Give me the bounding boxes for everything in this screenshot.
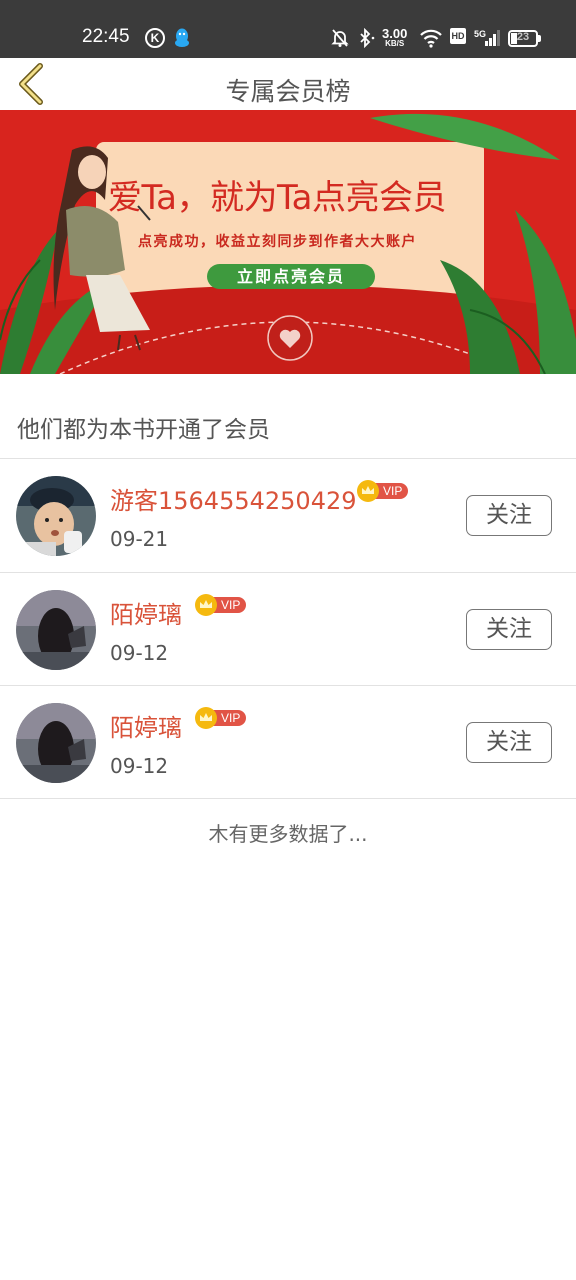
qq-penguin-icon [174,28,190,52]
status-bar: 22:45 K 3.00 KB/S HD 5G 23 [0,0,576,58]
page-title: 专属会员榜 [225,77,351,106]
member-date: 09-12 [110,754,169,778]
crown-icon [357,480,379,502]
battery-level: 23 [516,31,530,43]
member-date: 09-21 [110,527,169,551]
signal-5g-icon: 5G [474,28,500,52]
baby-avatar-image [16,476,96,556]
section-heading: 他们都为本书开通了会员 [17,417,270,443]
wifi-icon [419,28,443,52]
banner-title: 爱Ta，就为Ta点亮会员 [108,178,446,218]
network-speed: 3.00 KB/S [382,27,407,48]
crown-icon [195,594,217,616]
bluetooth-icon [357,27,377,52]
app-header: 专属会员榜 [0,58,576,110]
avatar[interactable] [16,476,96,556]
member-date: 09-12 [110,641,169,665]
banner-subtitle: 点亮成功，收益立刻同步到作者大大账户 [138,234,417,250]
portrait-avatar-image [16,590,96,670]
avatar[interactable] [16,590,96,670]
member-row[interactable]: 陌婷璃 VIP 09-12 关注 [0,573,576,686]
follow-button[interactable]: 关注 [466,609,552,650]
follow-button[interactable]: 关注 [466,495,552,536]
portrait-avatar-image [16,703,96,783]
avatar[interactable] [16,703,96,783]
follow-button[interactable]: 关注 [466,722,552,763]
divider [0,798,576,799]
speed-unit: KB/S [385,39,405,48]
battery-icon: 23 [508,30,538,47]
crown-icon [195,707,217,729]
member-name[interactable]: 陌婷璃 [110,708,182,743]
member-name[interactable]: 游客1564554250429 [110,481,357,516]
battery-tip [538,35,541,42]
member-row[interactable]: 陌婷璃 VIP 09-12 关注 [0,686,576,799]
no-more-data-text: 木有更多数据了... [208,822,368,846]
mute-bell-icon [331,28,349,52]
network-label: 5G [474,29,486,39]
member-row[interactable]: 游客1564554250429 VIP 09-21 关注 [0,459,576,572]
k-app-icon: K [145,28,165,48]
member-name[interactable]: 陌婷璃 [110,595,182,630]
light-up-member-button[interactable]: 立即点亮会员 [207,264,375,289]
status-time: 22:45 [82,26,130,47]
hd-icon: HD [450,28,466,44]
promo-banner[interactable]: 爱Ta，就为Ta点亮会员 点亮成功，收益立刻同步到作者大大账户 立即点亮会员 [0,110,576,374]
